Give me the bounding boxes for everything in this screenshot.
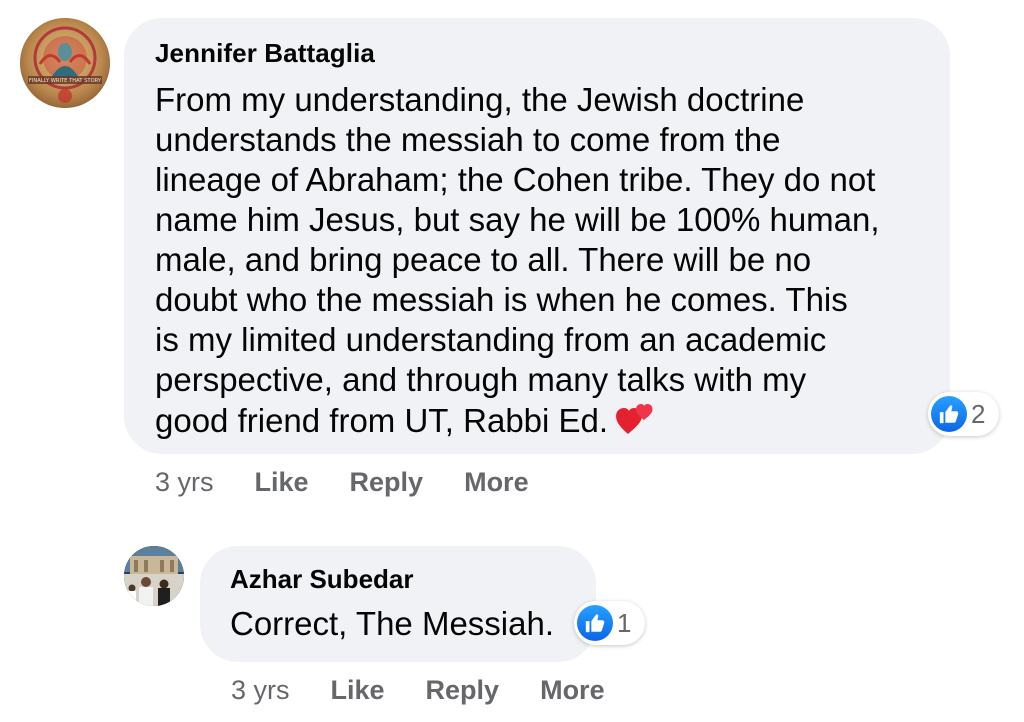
- reply-button[interactable]: Reply: [426, 675, 500, 706]
- reply-author[interactable]: Azhar Subedar: [230, 564, 414, 595]
- reply-timestamp[interactable]: 3 yrs: [231, 675, 290, 706]
- comment-actions: 3 yrs Like Reply More: [155, 462, 570, 502]
- avatar-azhar[interactable]: [124, 546, 184, 606]
- comment-text-line: doubt who the messiah is when he comes. …: [155, 281, 848, 318]
- like-icon: [931, 396, 967, 432]
- reaction-summary[interactable]: 1: [574, 601, 646, 645]
- reaction-summary[interactable]: 2: [928, 392, 1000, 436]
- like-icon: [577, 605, 613, 641]
- two-hearts-icon: [616, 400, 656, 445]
- reply-button[interactable]: Reply: [350, 467, 424, 498]
- svg-text:FINALLY WRITE THAT STORY: FINALLY WRITE THAT STORY: [29, 78, 102, 84]
- reply-bubble: Azhar Subedar Correct, The Messiah.: [200, 546, 596, 662]
- reply-actions: 3 yrs Like Reply More: [231, 670, 646, 710]
- comment-text-line: perspective, and through many talks with…: [155, 361, 807, 398]
- more-button[interactable]: More: [540, 675, 605, 706]
- avatar-jennifer[interactable]: FINALLY WRITE THAT STORY: [20, 18, 110, 108]
- reaction-count: 2: [971, 398, 986, 429]
- comment-text-line: name him Jesus, but say he will be 100% …: [155, 201, 880, 238]
- comment-text: From my understanding, the Jewish doctri…: [155, 80, 925, 445]
- comment-text-last-words: good friend from UT, Rabbi Ed.: [155, 402, 609, 439]
- avatar-illustration-icon: FINALLY WRITE THAT STORY: [20, 18, 110, 108]
- reaction-count: 1: [617, 607, 632, 638]
- comment-text-line: lineage of Abraham; the Cohen tribe. The…: [155, 161, 876, 198]
- like-button[interactable]: Like: [255, 467, 309, 498]
- comment-text-line-last: good friend from UT, Rabbi Ed.: [155, 400, 925, 445]
- comment-bubble: Jennifer Battaglia From my understanding…: [124, 18, 950, 454]
- comment-text-line: is my limited understanding from an acad…: [155, 321, 827, 358]
- comment-text-line: understands the messiah to come from the: [155, 121, 781, 158]
- comment-author[interactable]: Jennifer Battaglia: [155, 38, 375, 69]
- comment-text-line: male, and bring peace to all. There will…: [155, 241, 812, 278]
- more-button[interactable]: More: [464, 467, 529, 498]
- reply-text: Correct, The Messiah.: [230, 605, 555, 642]
- avatar-photo-icon: [124, 546, 184, 606]
- like-button[interactable]: Like: [331, 675, 385, 706]
- comment-timestamp[interactable]: 3 yrs: [155, 467, 214, 498]
- comment-text-line: From my understanding, the Jewish doctri…: [155, 81, 805, 118]
